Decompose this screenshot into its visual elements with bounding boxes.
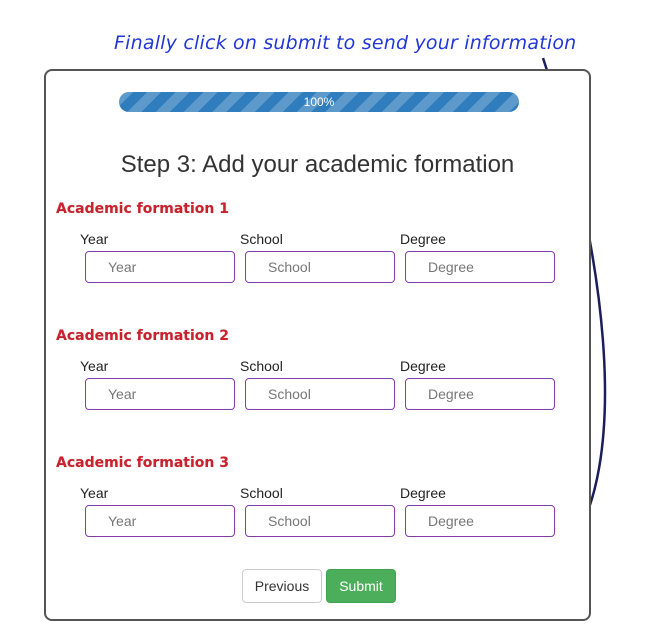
school-label: School	[240, 358, 283, 374]
year-input[interactable]	[85, 505, 235, 537]
degree-input[interactable]	[405, 378, 555, 410]
year-label: Year	[80, 485, 109, 501]
section-title: Academic formation 1	[56, 201, 229, 217]
previous-button[interactable]: Previous	[242, 569, 322, 603]
year-label: Year	[80, 231, 109, 247]
school-input[interactable]	[245, 251, 395, 283]
year-input[interactable]	[85, 251, 235, 283]
form-panel: 100% Step 3: Add your academic formation…	[44, 69, 591, 621]
school-input[interactable]	[245, 505, 395, 537]
degree-label: Degree	[400, 485, 446, 501]
section-title: Academic formation 2	[56, 328, 229, 344]
academic-formation-1: Academic formation 1 Year School Degree	[56, 201, 576, 311]
step-title: Step 3: Add your academic formation	[120, 151, 515, 178]
school-label: School	[240, 231, 283, 247]
academic-formation-2: Academic formation 2 Year School Degree	[56, 328, 576, 438]
section-title: Academic formation 3	[56, 455, 229, 471]
school-label: School	[240, 485, 283, 501]
submit-button[interactable]: Submit	[326, 569, 396, 603]
progress-label: 100%	[303, 95, 335, 109]
year-input[interactable]	[85, 378, 235, 410]
degree-label: Degree	[400, 358, 446, 374]
degree-input[interactable]	[405, 251, 555, 283]
progress-bar: 100%	[119, 92, 519, 112]
year-label: Year	[80, 358, 109, 374]
school-input[interactable]	[245, 378, 395, 410]
academic-formation-3: Academic formation 3 Year School Degree	[56, 455, 576, 565]
degree-label: Degree	[400, 231, 446, 247]
degree-input[interactable]	[405, 505, 555, 537]
